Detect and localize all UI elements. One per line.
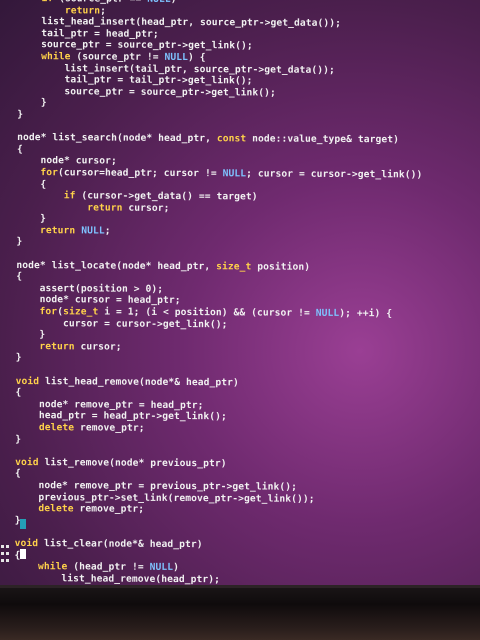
monitor-bezel-edge [0,585,480,588]
side-panel-dots-icon [0,543,12,567]
code-editor[interactable]: if (source_ptr == NULL) return; list_hea… [14,0,478,585]
code-line: list_head_remove(head_ptr); [14,572,221,585]
monitor-bezel [0,585,480,640]
monitor-screen: if (source_ptr == NULL) return; list_hea… [0,0,480,585]
matched-brace-highlight [20,519,26,529]
text-cursor [20,549,26,559]
